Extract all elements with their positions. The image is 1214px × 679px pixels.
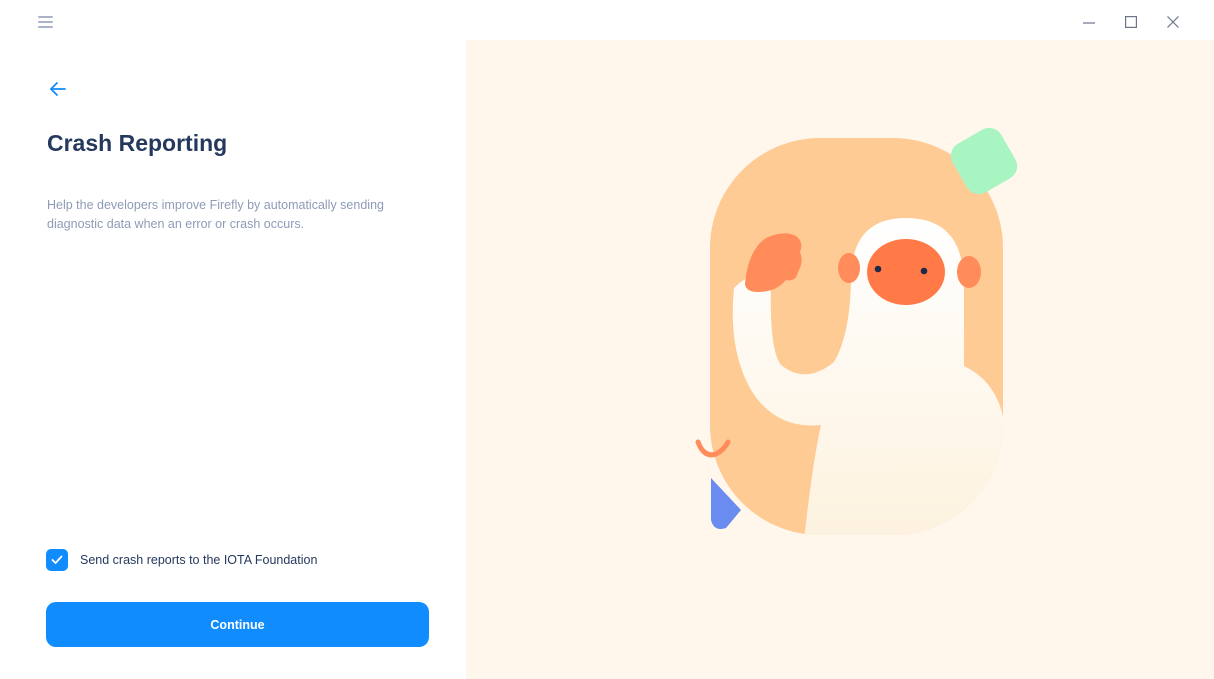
continue-button[interactable]: Continue: [46, 602, 429, 647]
checkmark-icon: [51, 555, 63, 564]
left-ear: [838, 253, 860, 283]
window-controls: [1068, 10, 1194, 34]
title-bar: [0, 0, 1214, 40]
menu-line: [38, 26, 53, 28]
crash-report-checkbox-row[interactable]: Send crash reports to the IOTA Foundatio…: [46, 549, 317, 571]
illustration-panel: [466, 40, 1214, 679]
crash-report-checkbox[interactable]: [46, 549, 68, 571]
menu-line: [38, 16, 53, 18]
maximize-icon: [1125, 16, 1137, 28]
back-button[interactable]: [45, 76, 71, 102]
left-eye: [874, 265, 882, 273]
arrow-left-icon: [50, 82, 66, 96]
maximize-button[interactable]: [1110, 10, 1152, 34]
menu-line: [38, 21, 53, 23]
app-window: Crash Reporting Help the developers impr…: [0, 0, 1214, 679]
crash-reporting-illustration: [695, 127, 1018, 535]
minimize-icon: [1083, 22, 1095, 24]
page-description: Help the developers improve Firefly by a…: [47, 198, 384, 231]
minimize-button[interactable]: [1068, 10, 1110, 34]
page-title: Crash Reporting: [47, 130, 228, 156]
close-icon: [1167, 16, 1179, 28]
close-button[interactable]: [1152, 10, 1194, 34]
crash-report-checkbox-label: Send crash reports to the IOTA Foundatio…: [80, 553, 318, 567]
right-eye: [920, 267, 928, 275]
right-ear: [957, 256, 981, 288]
hamburger-menu-icon[interactable]: [36, 13, 56, 31]
